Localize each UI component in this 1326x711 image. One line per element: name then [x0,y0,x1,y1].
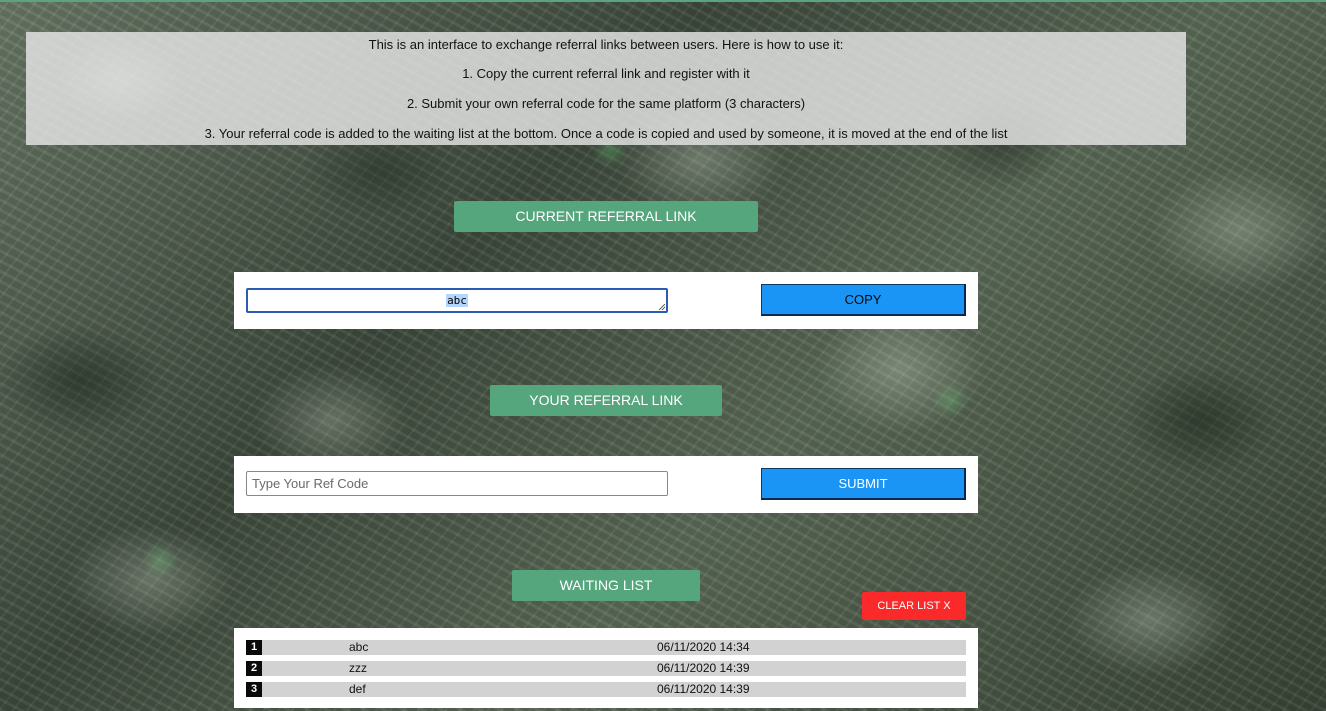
current-referral-field[interactable]: abc [246,288,668,313]
instructions-box: This is an interface to exchange referra… [26,32,1186,145]
instructions-intro: This is an interface to exchange referra… [368,37,844,52]
your-referral-header: YOUR REFERRAL LINK [490,385,722,416]
list-item-code: def [349,682,366,696]
list-item-number: 1 [246,640,262,655]
resize-handle-icon[interactable] [659,304,665,310]
instructions-step-1: 1. Copy the current referral link and re… [462,66,750,81]
list-item: 2 zzz 06/11/2020 14:39 [246,661,966,676]
your-referral-panel: Type Your Ref Code SUBMIT [234,456,978,513]
list-item: 1 abc 06/11/2020 14:34 [246,640,966,655]
list-item-timestamp: 06/11/2020 14:34 [657,640,750,654]
current-referral-value: abc [446,294,468,307]
list-item-timestamp: 06/11/2020 14:39 [657,661,750,675]
copy-button[interactable]: COPY [761,284,966,316]
ref-code-input[interactable]: Type Your Ref Code [246,471,668,496]
clear-list-button[interactable]: CLEAR LIST X [862,592,966,620]
current-referral-panel: abc COPY [234,272,978,329]
instructions-step-2: 2. Submit your own referral code for the… [406,96,806,111]
waiting-list-header: WAITING LIST [512,570,700,601]
instructions-step-3: 3. Your referral code is added to the wa… [204,126,1008,141]
list-item-code: abc [349,640,369,654]
list-item-timestamp: 06/11/2020 14:39 [657,682,750,696]
list-item-number: 3 [246,682,262,697]
submit-button[interactable]: SUBMIT [761,468,966,500]
top-accent-line [0,0,1326,2]
list-item-code: zzz [349,661,367,675]
list-item: 3 def 06/11/2020 14:39 [246,682,966,697]
list-item-number: 2 [246,661,262,676]
current-referral-header: CURRENT REFERRAL LINK [454,201,758,232]
waiting-list-panel: 1 abc 06/11/2020 14:34 2 zzz 06/11/2020 … [234,628,978,708]
